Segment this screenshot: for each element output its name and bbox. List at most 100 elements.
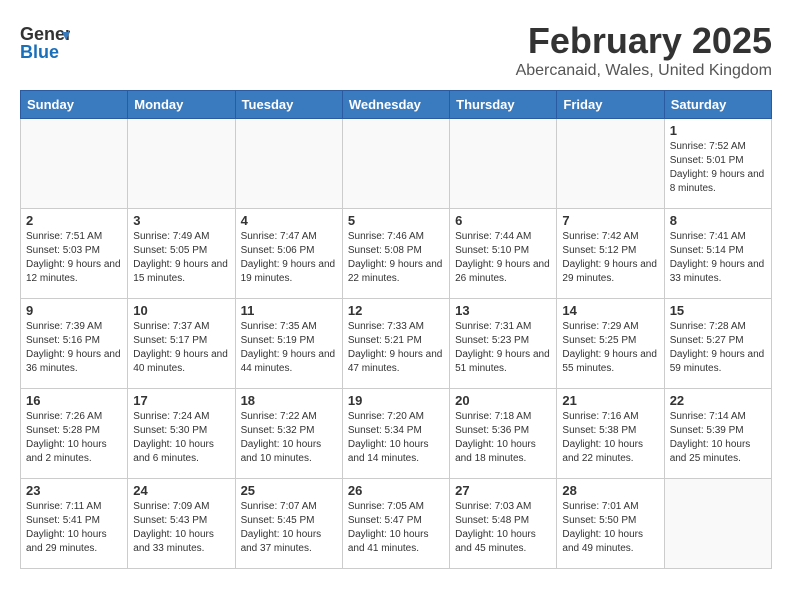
table-row — [557, 119, 664, 209]
day-info: Sunrise: 7:03 AM Sunset: 5:48 PM Dayligh… — [455, 500, 551, 556]
calendar-header-row: Sunday Monday Tuesday Wednesday Thursday… — [21, 91, 772, 119]
day-number: 24 — [133, 483, 229, 498]
table-row: 6 Sunrise: 7:44 AM Sunset: 5:10 PM Daylig… — [450, 209, 557, 299]
table-row: 7Sunrise: 7:42 AM Sunset: 5:12 PM Daylig… — [557, 209, 664, 299]
calendar-week-4: 16 Sunrise: 7:26 AM Sunset: 5:28 PM Dayli… — [21, 389, 772, 479]
table-row: 5 Sunrise: 7:46 AM Sunset: 5:08 PM Daylig… — [342, 209, 449, 299]
day-info: Sunrise: 7:29 AM Sunset: 5:25 PM Dayligh… — [562, 320, 658, 376]
table-row — [664, 479, 771, 569]
table-row: 24 Sunrise: 7:09 AM Sunset: 5:43 PM Dayli… — [128, 479, 235, 569]
day-info: Sunrise: 7:22 AM Sunset: 5:32 PM Dayligh… — [241, 410, 337, 466]
day-info: Sunrise: 7:52 AM Sunset: 5:01 PM Dayligh… — [670, 140, 766, 196]
calendar-week-1: 1Sunrise: 7:52 AM Sunset: 5:01 PM Daylig… — [21, 119, 772, 209]
calendar-table: Sunday Monday Tuesday Wednesday Thursday… — [20, 90, 772, 569]
day-number: 17 — [133, 393, 229, 408]
day-number: 8 — [670, 213, 766, 228]
day-number: 9 — [26, 303, 122, 318]
day-number: 25 — [241, 483, 337, 498]
day-number: 11 — [241, 303, 337, 318]
day-number: 26 — [348, 483, 444, 498]
logo: General Blue — [20, 20, 72, 65]
day-number: 2 — [26, 213, 122, 228]
table-row: 19 Sunrise: 7:20 AM Sunset: 5:34 PM Dayli… — [342, 389, 449, 479]
svg-text:Blue: Blue — [20, 42, 59, 62]
day-info: Sunrise: 7:51 AM Sunset: 5:03 PM Dayligh… — [26, 230, 122, 286]
day-info: Sunrise: 7:49 AM Sunset: 5:05 PM Dayligh… — [133, 230, 229, 286]
day-info: Sunrise: 7:05 AM Sunset: 5:47 PM Dayligh… — [348, 500, 444, 556]
table-row: 26 Sunrise: 7:05 AM Sunset: 5:47 PM Dayli… — [342, 479, 449, 569]
table-row: 20 Sunrise: 7:18 AM Sunset: 5:36 PM Dayli… — [450, 389, 557, 479]
day-info: Sunrise: 7:14 AM Sunset: 5:39 PM Dayligh… — [670, 410, 766, 466]
day-number: 22 — [670, 393, 766, 408]
day-number: 16 — [26, 393, 122, 408]
col-tuesday: Tuesday — [235, 91, 342, 119]
day-info: Sunrise: 7:20 AM Sunset: 5:34 PM Dayligh… — [348, 410, 444, 466]
table-row: 8 Sunrise: 7:41 AM Sunset: 5:14 PM Daylig… — [664, 209, 771, 299]
table-row: 4 Sunrise: 7:47 AM Sunset: 5:06 PM Daylig… — [235, 209, 342, 299]
day-number: 10 — [133, 303, 229, 318]
day-number: 5 — [348, 213, 444, 228]
table-row: 25 Sunrise: 7:07 AM Sunset: 5:45 PM Dayli… — [235, 479, 342, 569]
col-thursday: Thursday — [450, 91, 557, 119]
day-info: Sunrise: 7:07 AM Sunset: 5:45 PM Dayligh… — [241, 500, 337, 556]
day-info: Sunrise: 7:18 AM Sunset: 5:36 PM Dayligh… — [455, 410, 551, 466]
table-row: 14 Sunrise: 7:29 AM Sunset: 5:25 PM Dayli… — [557, 299, 664, 389]
day-info: Sunrise: 7:46 AM Sunset: 5:08 PM Dayligh… — [348, 230, 444, 286]
table-row — [342, 119, 449, 209]
day-info: Sunrise: 7:01 AM Sunset: 5:50 PM Dayligh… — [562, 500, 658, 556]
table-row: 21 Sunrise: 7:16 AM Sunset: 5:38 PM Dayli… — [557, 389, 664, 479]
table-row — [450, 119, 557, 209]
calendar-week-5: 23Sunrise: 7:11 AM Sunset: 5:41 PM Dayli… — [21, 479, 772, 569]
subtitle: Abercanaid, Wales, United Kingdom — [516, 62, 772, 80]
day-number: 18 — [241, 393, 337, 408]
table-row: 28 Sunrise: 7:01 AM Sunset: 5:50 PM Dayli… — [557, 479, 664, 569]
day-number: 21 — [562, 393, 658, 408]
table-row: 11Sunrise: 7:35 AM Sunset: 5:19 PM Dayli… — [235, 299, 342, 389]
day-info: Sunrise: 7:28 AM Sunset: 5:27 PM Dayligh… — [670, 320, 766, 376]
table-row: 16 Sunrise: 7:26 AM Sunset: 5:28 PM Dayli… — [21, 389, 128, 479]
day-number: 4 — [241, 213, 337, 228]
col-saturday: Saturday — [664, 91, 771, 119]
day-info: Sunrise: 7:26 AM Sunset: 5:28 PM Dayligh… — [26, 410, 122, 466]
table-row: 2 Sunrise: 7:51 AM Sunset: 5:03 PM Daylig… — [21, 209, 128, 299]
table-row: 10 Sunrise: 7:37 AM Sunset: 5:17 PM Dayli… — [128, 299, 235, 389]
day-info: Sunrise: 7:33 AM Sunset: 5:21 PM Dayligh… — [348, 320, 444, 376]
table-row: 15 Sunrise: 7:28 AM Sunset: 5:27 PM Dayli… — [664, 299, 771, 389]
col-sunday: Sunday — [21, 91, 128, 119]
table-row: 22 Sunrise: 7:14 AM Sunset: 5:39 PM Dayli… — [664, 389, 771, 479]
main-title: February 2025 — [516, 20, 772, 62]
day-number: 15 — [670, 303, 766, 318]
calendar-week-2: 2 Sunrise: 7:51 AM Sunset: 5:03 PM Daylig… — [21, 209, 772, 299]
day-info: Sunrise: 7:37 AM Sunset: 5:17 PM Dayligh… — [133, 320, 229, 376]
day-number: 13 — [455, 303, 551, 318]
day-number: 28 — [562, 483, 658, 498]
day-info: Sunrise: 7:47 AM Sunset: 5:06 PM Dayligh… — [241, 230, 337, 286]
day-number: 6 — [455, 213, 551, 228]
day-number: 27 — [455, 483, 551, 498]
col-wednesday: Wednesday — [342, 91, 449, 119]
day-info: Sunrise: 7:39 AM Sunset: 5:16 PM Dayligh… — [26, 320, 122, 376]
table-row — [235, 119, 342, 209]
title-block: February 2025 Abercanaid, Wales, United … — [516, 20, 772, 80]
table-row: 9 Sunrise: 7:39 AM Sunset: 5:16 PM Daylig… — [21, 299, 128, 389]
day-info: Sunrise: 7:24 AM Sunset: 5:30 PM Dayligh… — [133, 410, 229, 466]
day-info: Sunrise: 7:11 AM Sunset: 5:41 PM Dayligh… — [26, 500, 122, 556]
day-info: Sunrise: 7:16 AM Sunset: 5:38 PM Dayligh… — [562, 410, 658, 466]
table-row: 1Sunrise: 7:52 AM Sunset: 5:01 PM Daylig… — [664, 119, 771, 209]
svg-text:General: General — [20, 24, 70, 44]
table-row: 17 Sunrise: 7:24 AM Sunset: 5:30 PM Dayli… — [128, 389, 235, 479]
day-number: 19 — [348, 393, 444, 408]
day-number: 3 — [133, 213, 229, 228]
day-info: Sunrise: 7:09 AM Sunset: 5:43 PM Dayligh… — [133, 500, 229, 556]
day-number: 12 — [348, 303, 444, 318]
calendar-week-3: 9 Sunrise: 7:39 AM Sunset: 5:16 PM Daylig… — [21, 299, 772, 389]
day-info: Sunrise: 7:31 AM Sunset: 5:23 PM Dayligh… — [455, 320, 551, 376]
day-info: Sunrise: 7:44 AM Sunset: 5:10 PM Dayligh… — [455, 230, 551, 286]
page-header: General Blue February 2025 Abercanaid, W… — [20, 20, 772, 80]
day-number: 20 — [455, 393, 551, 408]
day-info: Sunrise: 7:41 AM Sunset: 5:14 PM Dayligh… — [670, 230, 766, 286]
day-info: Sunrise: 7:42 AM Sunset: 5:12 PM Dayligh… — [562, 230, 658, 286]
logo-icon: General Blue — [20, 20, 70, 65]
col-friday: Friday — [557, 91, 664, 119]
day-number: 14 — [562, 303, 658, 318]
